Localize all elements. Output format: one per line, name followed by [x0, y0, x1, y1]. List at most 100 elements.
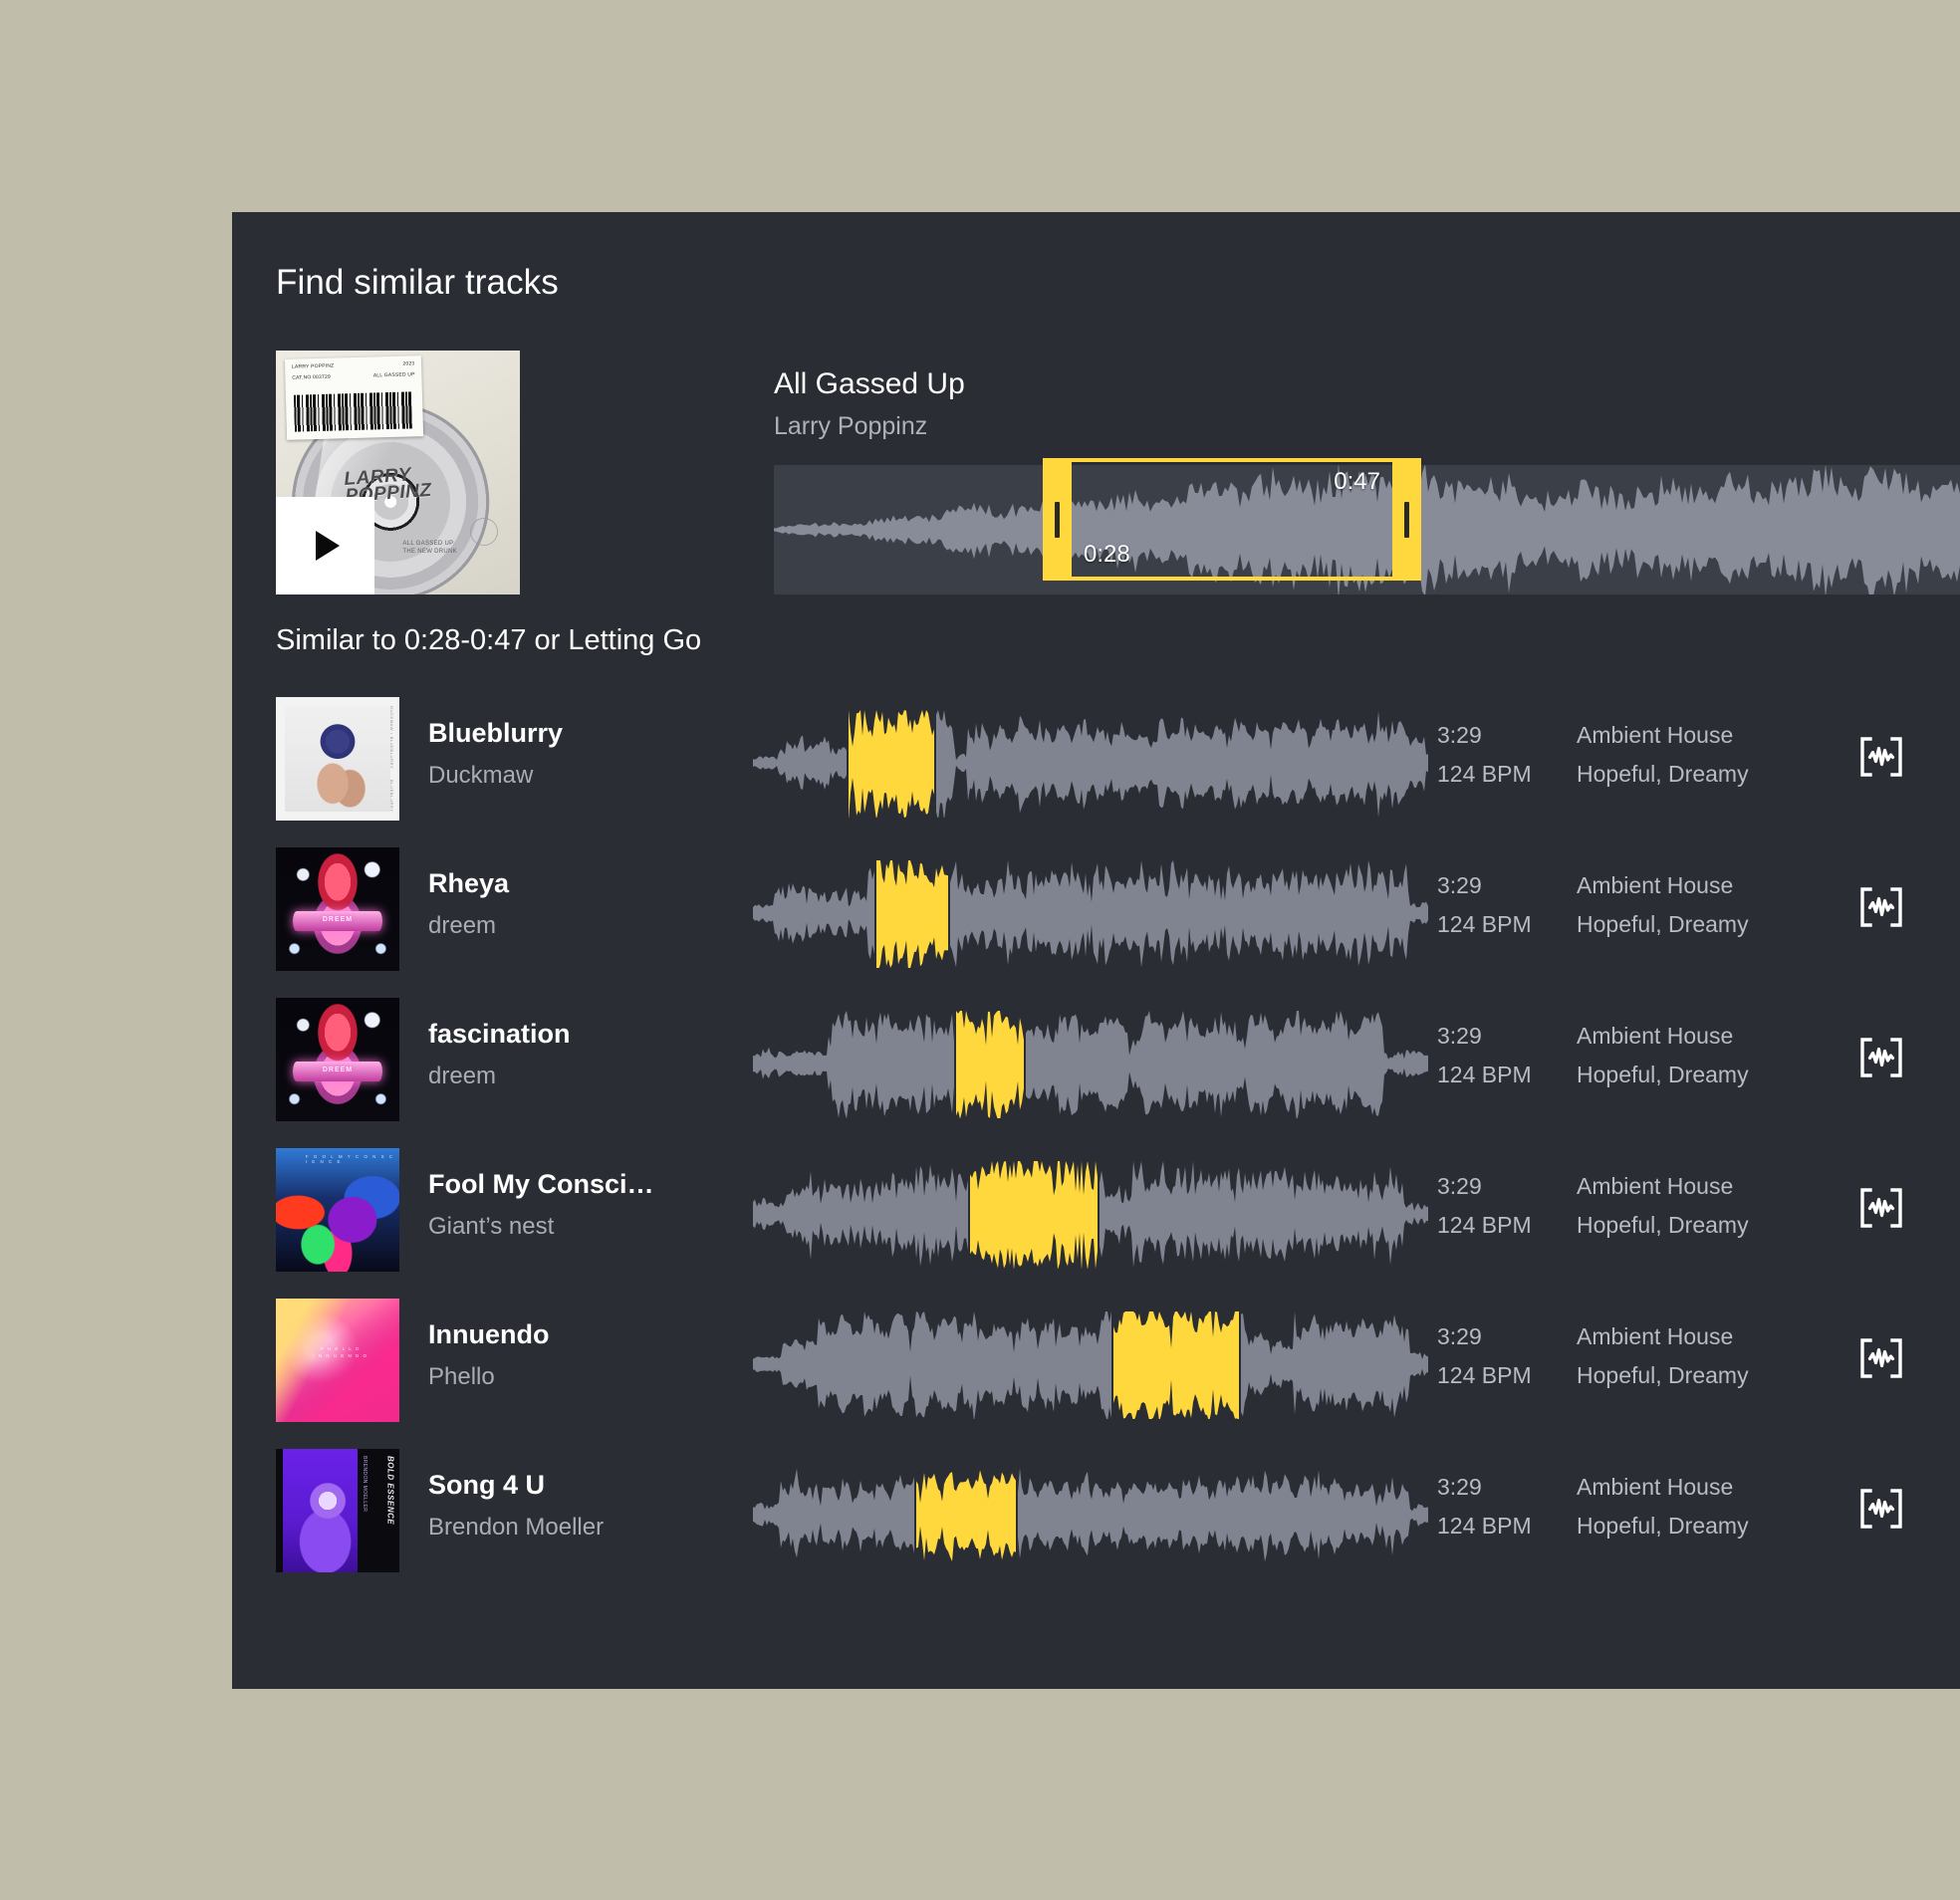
track-bpm: 124 BPM [1437, 1062, 1532, 1087]
track-bpm: 124 BPM [1437, 911, 1532, 937]
find-similar-action-button[interactable] [1858, 1335, 1904, 1381]
find-similar-action-button[interactable] [1858, 734, 1904, 780]
track-mood: Hopeful, Dreamy [1577, 1062, 1749, 1087]
track-duration: 3:29 [1437, 1023, 1482, 1049]
track-artwork: DREEM [276, 998, 399, 1121]
source-track-title: All Gassed Up [774, 367, 965, 400]
selection-end-time: 0:47 [1334, 468, 1380, 495]
track-artwork-image: DREEM [276, 847, 399, 971]
source-track-artist: Larry Poppinz [774, 412, 928, 440]
track-duration-bpm: 3:29 124 BPM [1437, 1317, 1577, 1395]
track-artwork: P H E L L OI N N U E N D O [276, 1299, 399, 1422]
cd-barcode [293, 391, 412, 432]
track-artwork-image: DREEM [276, 998, 399, 1121]
track-row[interactable]: DREEM Rheya dreem 3:29 124 BPM Ambient H… [232, 838, 1960, 989]
screen: Find similar tracks LARRY POPPINZ LARRY … [0, 0, 1960, 1900]
waveform-bracket-icon [1860, 1489, 1902, 1529]
track-artwork-image: DUCKMAW • BLUEBLURRY BLUEBLURRY [276, 697, 399, 821]
play-button[interactable] [276, 497, 374, 594]
selection-start-time: 0:28 [1084, 541, 1130, 568]
track-artwork-image: P H E L L OI N N U E N D O [276, 1299, 399, 1422]
track-duration: 3:29 [1437, 1323, 1482, 1349]
track-duration: 3:29 [1437, 1173, 1482, 1199]
cd-disc-text-line-1: ALL GASSED UP [402, 540, 454, 547]
cd-sticker-line-1: LARRY POPPINZ [291, 362, 335, 370]
track-waveform[interactable] [753, 1159, 1430, 1269]
similar-tracks-list: DUCKMAW • BLUEBLURRY BLUEBLURRY Blueblur… [232, 688, 1960, 1590]
waveform-selection-region[interactable]: 0:28 0:47 [1043, 458, 1421, 581]
track-mood: Hopeful, Dreamy [1577, 911, 1749, 937]
selection-handle-left[interactable] [1043, 462, 1072, 577]
track-artwork-image: BOLD ESSENCE BRENDON MOELLER [276, 1449, 399, 1572]
track-waveform[interactable] [753, 1460, 1430, 1569]
track-genre-mood: Ambient House Hopeful, Dreamy [1577, 716, 1836, 794]
track-row[interactable]: BOLD ESSENCE BRENDON MOELLER Song 4 U Br… [232, 1440, 1960, 1590]
track-title: Innuendo [428, 1319, 550, 1349]
cd-sticker-line-3: 2023 [402, 360, 415, 367]
track-bpm: 124 BPM [1437, 1362, 1532, 1388]
track-mood: Hopeful, Dreamy [1577, 1362, 1749, 1388]
track-artwork: DUCKMAW • BLUEBLURRY BLUEBLURRY [276, 697, 399, 821]
track-genre: Ambient House [1577, 1474, 1734, 1500]
track-duration: 3:29 [1437, 1474, 1482, 1500]
track-artwork: F O O L M Y C O N S C I E N C E [276, 1148, 399, 1272]
find-similar-tracks-panel: Find similar tracks LARRY POPPINZ LARRY … [232, 212, 1960, 1689]
waveform-bracket-icon [1860, 887, 1902, 927]
page-title: Find similar tracks [276, 263, 559, 302]
track-title: Rheya [428, 868, 510, 898]
track-artist: Giant’s nest [428, 1213, 555, 1240]
cd-disc-text-line-2: THE NEW DRUNK [402, 548, 457, 555]
selection-handle-right[interactable] [1392, 462, 1421, 577]
track-bpm: 124 BPM [1437, 761, 1532, 787]
find-similar-action-button[interactable] [1858, 1035, 1904, 1080]
cd-ring-mark [469, 518, 498, 546]
track-duration-bpm: 3:29 124 BPM [1437, 866, 1577, 944]
track-row[interactable]: F O O L M Y C O N S C I E N C E Fool My … [232, 1139, 1960, 1290]
track-waveform[interactable] [753, 1009, 1430, 1118]
track-row[interactable]: DUCKMAW • BLUEBLURRY BLUEBLURRY Blueblur… [232, 688, 1960, 838]
track-row[interactable]: DREEM fascination dreem 3:29 124 BPM Amb… [232, 989, 1960, 1139]
cd-sticker: LARRY POPPINZ CAT.NO 003729 2023 ALL GAS… [284, 356, 424, 441]
track-duration-bpm: 3:29 124 BPM [1437, 716, 1577, 794]
track-genre: Ambient House [1577, 1323, 1734, 1349]
track-genre: Ambient House [1577, 872, 1734, 898]
play-icon [316, 531, 340, 561]
track-artist: Phello [428, 1363, 495, 1390]
track-title: fascination [428, 1019, 571, 1049]
track-row[interactable]: P H E L L OI N N U E N D O Innuendo Phel… [232, 1290, 1960, 1440]
find-similar-action-button[interactable] [1858, 884, 1904, 930]
cd-sticker-line-4: ALL GASSED UP [372, 371, 415, 379]
track-genre-mood: Ambient House Hopeful, Dreamy [1577, 1468, 1836, 1545]
track-bpm: 124 BPM [1437, 1212, 1532, 1238]
selection-handle-left-grip [1055, 501, 1060, 538]
find-similar-action-button[interactable] [1858, 1486, 1904, 1532]
track-genre-mood: Ambient House Hopeful, Dreamy [1577, 1317, 1836, 1395]
cd-sticker-line-2: CAT.NO 003729 [292, 374, 331, 382]
track-genre-mood: Ambient House Hopeful, Dreamy [1577, 866, 1836, 944]
track-bpm: 124 BPM [1437, 1513, 1532, 1539]
track-duration-bpm: 3:29 124 BPM [1437, 1167, 1577, 1245]
track-artwork: BOLD ESSENCE BRENDON MOELLER [276, 1449, 399, 1572]
waveform-bracket-icon [1860, 1038, 1902, 1077]
waveform-bracket-icon [1860, 737, 1902, 777]
track-artist: dreem [428, 912, 497, 939]
find-similar-action-button[interactable] [1858, 1185, 1904, 1231]
track-genre: Ambient House [1577, 722, 1734, 748]
track-duration: 3:29 [1437, 722, 1482, 748]
track-artist: Duckmaw [428, 762, 534, 789]
track-waveform[interactable] [753, 858, 1430, 968]
track-mood: Hopeful, Dreamy [1577, 1513, 1749, 1539]
selection-handle-right-grip [1404, 501, 1409, 538]
track-title: Blueblurry [428, 718, 564, 748]
track-waveform[interactable] [753, 708, 1430, 818]
track-waveform[interactable] [753, 1309, 1430, 1419]
track-genre: Ambient House [1577, 1023, 1734, 1049]
track-mood: Hopeful, Dreamy [1577, 761, 1749, 787]
track-title: Fool My Consci… [428, 1169, 654, 1199]
results-heading: Similar to 0:28-0:47 or Letting Go [276, 624, 702, 656]
track-title: Song 4 U [428, 1470, 546, 1500]
track-duration: 3:29 [1437, 872, 1482, 898]
track-artwork: DREEM [276, 847, 399, 971]
track-genre-mood: Ambient House Hopeful, Dreamy [1577, 1167, 1836, 1245]
track-genre-mood: Ambient House Hopeful, Dreamy [1577, 1017, 1836, 1094]
